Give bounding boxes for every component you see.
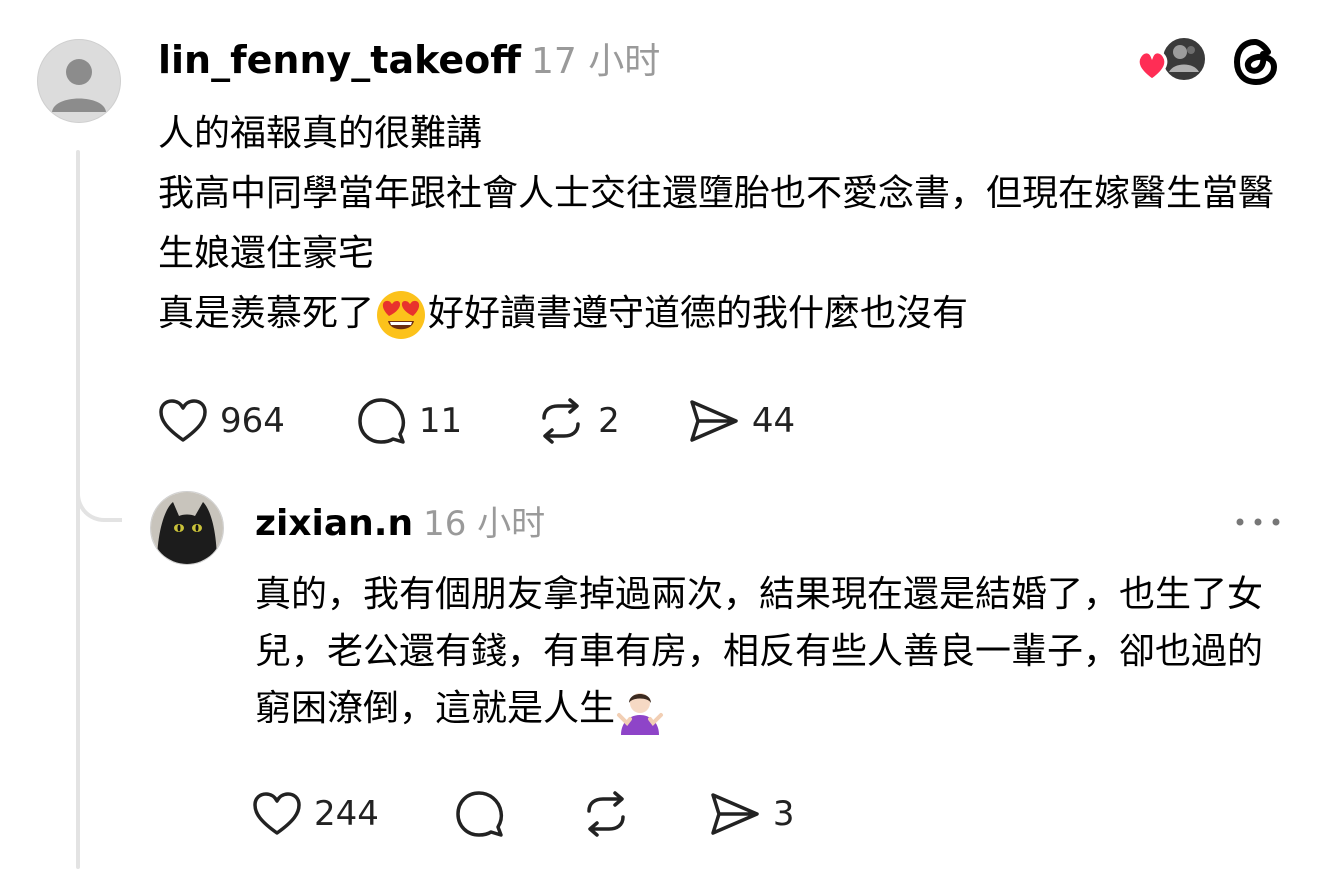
repost-icon — [587, 791, 625, 837]
heart-outline-icon — [253, 792, 301, 835]
reply-like-count: 244 — [314, 794, 379, 834]
repost-button[interactable]: 2 — [536, 396, 620, 446]
reply-share-count: 3 — [772, 794, 795, 834]
reply-text: 真的，我有個朋友拿掉過兩次，結果現在還是結婚了，也生了女兒，老公還有錢，有車有房… — [255, 566, 1295, 737]
threads-logo-icon — [1228, 34, 1284, 90]
post-header: lin_fenny_takeoff 17 小时 — [158, 36, 660, 86]
comment-count: 11 — [418, 401, 463, 441]
send-icon — [711, 793, 759, 835]
liker-avatar — [1161, 36, 1207, 82]
reply-comment-button[interactable] — [455, 789, 505, 839]
author-avatar[interactable] — [37, 39, 121, 123]
post-text-line: 人的福報真的很難講 — [158, 113, 483, 154]
reply-like-button[interactable]: 244 — [252, 791, 379, 837]
shrug-emoji-icon — [617, 693, 664, 735]
black-cat-avatar-icon — [151, 492, 223, 564]
reply-share-button[interactable]: 3 — [707, 789, 795, 839]
reply-header: zixian.n 16 小时 — [255, 500, 545, 548]
share-button[interactable]: 44 — [686, 396, 795, 446]
like-count: 964 — [220, 401, 285, 441]
liked-by-badge[interactable] — [1136, 36, 1208, 86]
reply-actions: 244 3 — [252, 787, 795, 841]
like-button[interactable]: 964 — [158, 398, 285, 444]
comment-icon — [456, 791, 504, 837]
heart-outline-icon — [159, 399, 207, 442]
post-text-line: 我高中同學當年跟社會人士交往還墮胎也不愛念書，但現在嫁醫生當醫生娘還住豪宅 — [158, 173, 1275, 274]
post-text-line: 真是羨慕死了 好好讀書遵守道德的我什麼也沒有 — [158, 284, 1288, 344]
thread-connector — [76, 470, 122, 522]
share-count: 44 — [751, 401, 796, 441]
repost-icon — [542, 398, 580, 444]
reply-time: 16 小时 — [423, 504, 546, 544]
reply-repost-button[interactable] — [581, 789, 631, 839]
repost-count: 2 — [598, 401, 620, 441]
heart-filled-icon — [1136, 50, 1168, 82]
thread-line — [76, 150, 80, 869]
comment-button[interactable]: 11 — [357, 396, 462, 446]
send-icon — [690, 400, 738, 442]
more-options-button[interactable] — [1234, 512, 1282, 532]
default-avatar-icon — [52, 59, 106, 112]
post-body: 人的福報真的很難講 我高中同學當年跟社會人士交往還墮胎也不愛念書，但現在嫁醫生當… — [158, 104, 1288, 344]
reply-body: 真的，我有個朋友拿掉過兩次，結果現在還是結婚了，也生了女兒，老公還有錢，有車有房… — [255, 566, 1295, 737]
heart-eyes-emoji-icon — [377, 291, 426, 339]
reply-author-avatar[interactable] — [150, 491, 224, 565]
comment-icon — [358, 398, 406, 444]
more-dots-icon — [1236, 518, 1280, 526]
post-actions: 964 11 2 44 — [158, 394, 795, 448]
post-time: 17 小时 — [531, 41, 661, 82]
author-username[interactable]: lin_fenny_takeoff — [158, 38, 521, 82]
reply-username[interactable]: zixian.n — [255, 503, 413, 544]
